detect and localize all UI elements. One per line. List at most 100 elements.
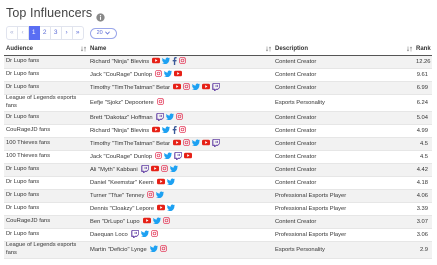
instagram-icon[interactable] [160,165,168,174]
youtube-icon[interactable] [157,204,166,213]
table-row[interactable]: League of Legends esports fans Martin "De… [4,241,432,259]
twitter-icon[interactable] [156,191,165,200]
table-row[interactable]: Dr Lupo fans Richard "Ninja" Blevins Conte… [4,55,432,69]
table-row[interactable]: League of Legends esports fans Eefje "Sjo… [4,94,432,112]
prev-page-button[interactable]: ‹ [17,26,29,40]
column-header-description[interactable]: Description [273,43,414,56]
audience-cell: Dr Lupo fans [4,68,88,82]
column-header-audience[interactable]: Audience [4,43,88,56]
instagram-icon[interactable] [155,152,163,161]
youtube-icon[interactable] [152,57,161,66]
instagram-icon[interactable] [183,83,190,92]
instagram-icon[interactable] [147,191,155,200]
influencer-name[interactable]: Ali "Myth" Kabbani [90,167,138,173]
youtube-icon[interactable] [202,139,211,148]
twitch-icon[interactable] [130,229,139,240]
twitch-icon[interactable] [140,164,149,175]
influencer-name[interactable]: Jack "CouRage" Dunlop [90,154,152,160]
instagram-icon[interactable] [162,217,170,226]
influencer-name[interactable]: Timothy "TimTheTatman" Betar [90,85,170,91]
name-cell: Ali "Myth" Kabbani [88,163,273,177]
table-row[interactable]: Dr Lupo fans Timothy "TimTheTatman" Betar… [4,81,432,95]
last-page-button[interactable]: » [72,26,84,40]
sort-icon[interactable] [81,46,86,52]
youtube-icon[interactable] [173,83,182,92]
influencer-name[interactable]: Daequan Loco [90,232,128,238]
table-row[interactable]: Dr Lupo fans Dennis "Cloakzy" Lepore Profe… [4,202,432,216]
twitter-icon[interactable] [152,217,161,226]
facebook-icon[interactable] [172,125,177,136]
twitter-icon[interactable] [140,230,149,239]
twitter-icon[interactable] [192,83,200,92]
twitter-icon[interactable] [162,57,171,66]
page-1-button[interactable]: 1 [28,26,40,40]
twitter-icon[interactable] [169,165,178,174]
influencer-name[interactable]: Richard "Ninja" Blevins [90,59,149,65]
page-2-button[interactable]: 2 [39,26,51,40]
youtube-icon[interactable] [156,178,165,187]
influencer-name[interactable]: Eefje "Sjokz" Depoortere [90,100,154,106]
influencer-name[interactable]: Turner "Tfue" Tenney [90,193,144,199]
audience-cell: Dr Lupo fans [4,189,88,203]
twitter-icon[interactable] [162,126,171,135]
youtube-icon[interactable] [150,165,159,174]
influencer-name[interactable]: Daniel "Keemstar" Keem [90,180,154,186]
info-icon[interactable] [96,9,105,22]
table-row[interactable]: CouRageJD fans Richard "Ninja" Blevins Con… [4,124,432,138]
twitch-icon[interactable] [174,151,182,162]
table-row[interactable]: Dr Lupo fans Daniel "Keemstar" Keem Conten… [4,176,432,190]
table-row[interactable]: 100 Thieves fans Jack "CouRage" Dunlop Con… [4,150,432,164]
twitch-icon[interactable] [212,82,220,93]
instagram-icon[interactable] [179,57,187,66]
table-row[interactable]: 100 Thieves fans Timothy "TimTheTatman" B… [4,137,432,151]
instagram-icon[interactable] [156,98,164,107]
twitter-icon[interactable] [164,152,172,161]
influencer-name[interactable]: Richard "Ninja" Blevins [90,128,149,134]
page-size-select[interactable]: 20 [89,27,117,39]
audience-cell: CouRageJD fans [4,124,88,138]
influencer-name[interactable]: Timothy "TimTheTatman" Betar [90,141,170,147]
table-row[interactable]: Dr Lupo fans Brett "Dakotaz" Hoffman Conte… [4,111,432,125]
table-row[interactable]: Dr Lupo fans Ali "Myth" Kabbani Content Cr… [4,163,432,177]
influencer-name[interactable]: Martin "Deficio" Lynge [90,247,147,253]
table-row[interactable]: CouRageJD fans Ben "DrLupo" Lupo Content C… [4,215,432,229]
facebook-icon[interactable] [172,56,177,67]
sort-icon[interactable] [407,46,412,52]
first-page-button[interactable]: « [6,26,18,40]
table-row[interactable]: Dr Lupo fans Jack "CouRage" Dunlop Content… [4,68,432,82]
sort-icon[interactable] [266,46,271,52]
youtube-icon[interactable] [142,217,151,226]
influencer-name[interactable]: Brett "Dakotaz" Hoffman [90,115,153,121]
table-row[interactable]: Dr Lupo fans Turner "Tfue" Tenney Professi… [4,189,432,203]
instagram-icon[interactable] [159,245,167,254]
youtube-icon[interactable] [174,70,183,79]
influencer-name[interactable]: Ben "DrLupo" Lupo [90,219,140,225]
twitch-icon[interactable] [155,112,164,123]
page-3-button[interactable]: 3 [50,26,62,40]
youtube-icon[interactable] [173,139,182,148]
column-header-name[interactable]: Name [88,43,273,56]
twitter-icon[interactable] [164,70,172,79]
youtube-icon[interactable] [152,126,161,135]
instagram-icon[interactable] [179,126,187,135]
instagram-icon[interactable] [150,230,158,239]
instagram-icon[interactable] [155,70,163,79]
table-row[interactable]: Dr Lupo fans Daequan Loco Professional Esp… [4,228,432,242]
description-cell: Content Creator [273,68,414,82]
twitch-icon[interactable] [212,138,220,149]
audience-cell: Dr Lupo fans [4,111,88,125]
twitter-icon[interactable] [192,139,200,148]
youtube-icon[interactable] [184,152,193,161]
next-page-button[interactable]: › [61,26,73,40]
twitter-icon[interactable] [166,178,175,187]
instagram-icon[interactable] [183,139,190,148]
influencer-name[interactable]: Jack "CouRage" Dunlop [90,72,152,78]
column-header-rank[interactable]: Rank [414,43,432,56]
twitter-icon[interactable] [167,204,175,213]
instagram-icon[interactable] [175,113,183,122]
youtube-icon[interactable] [202,83,211,92]
twitter-icon[interactable] [165,113,174,122]
twitter-icon[interactable] [149,245,158,254]
influencer-name[interactable]: Dennis "Cloakzy" Lepore [90,206,154,212]
page-size-value: 20 [96,29,103,36]
